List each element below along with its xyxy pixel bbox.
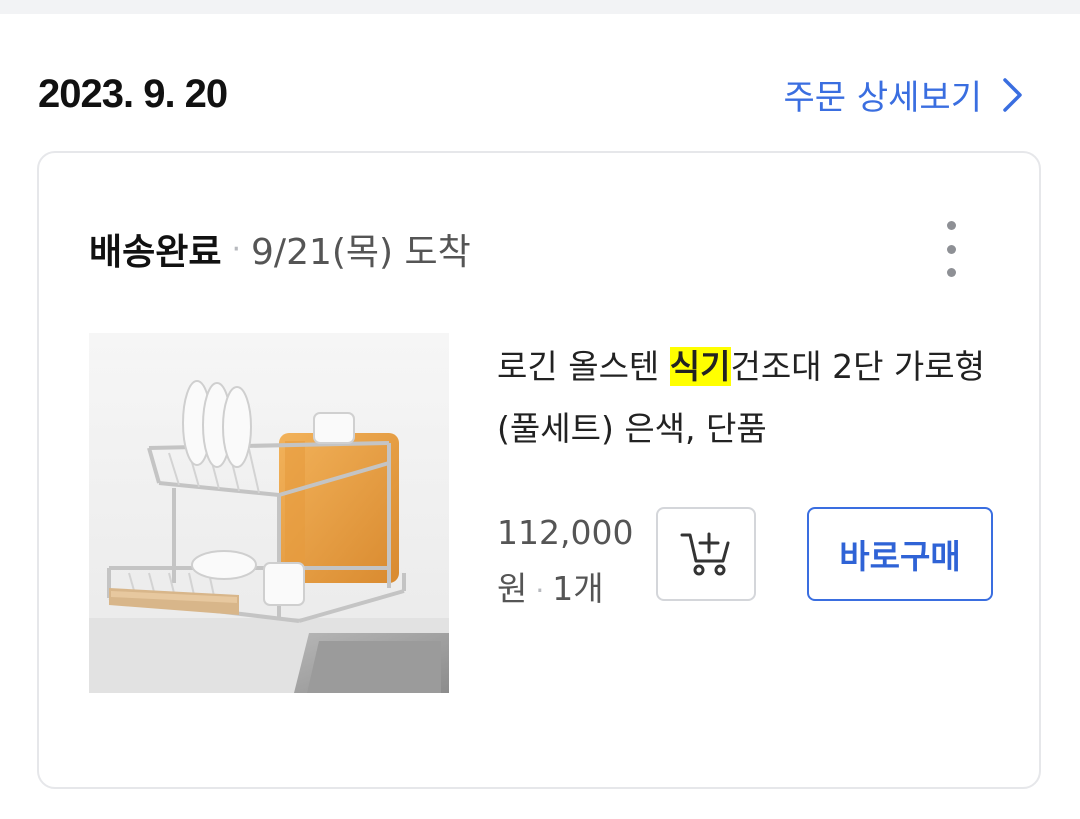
buy-now-button[interactable]: 바로구매 xyxy=(807,507,993,601)
menu-dot xyxy=(946,221,956,230)
add-to-cart-icon xyxy=(680,532,730,576)
product-name-prefix: 로긴 올스텐 xyxy=(497,347,670,386)
price-currency: 원 xyxy=(497,569,528,608)
menu-dot xyxy=(946,268,956,277)
order-item-card: 배송완료 · 9/21(목) 도착 로긴 올스텐 식기건조대 2단 가로형 (풀… xyxy=(37,151,1041,789)
delivery-status: 배송완료 xyxy=(89,232,222,273)
more-vertical-icon[interactable] xyxy=(939,221,963,277)
add-to-cart-button[interactable] xyxy=(656,507,756,601)
product-image[interactable] xyxy=(89,333,449,693)
status-separator: · xyxy=(231,231,242,267)
chevron-right-icon xyxy=(1003,77,1022,112)
arrival-date: 9/21(목) 도착 xyxy=(251,232,471,273)
price-unit-quantity: 원 · 1개 xyxy=(497,561,647,619)
quantity: 1개 xyxy=(552,569,604,608)
menu-dot xyxy=(946,244,956,254)
dish-rack-illustration xyxy=(89,333,449,693)
search-highlight: 식기 xyxy=(669,347,731,386)
order-date: 2023. 9. 20 xyxy=(38,72,228,116)
order-panel: 2023. 9. 20 주문 상세보기 배송완료 · 9/21(목) 도착 로긴… xyxy=(0,14,1080,819)
quantity-separator: · xyxy=(535,574,545,607)
order-detail-link[interactable]: 주문 상세보기 xyxy=(784,70,1025,119)
product-name[interactable]: 로긴 올스텐 식기건조대 2단 가로형 (풀세트) 은색, 단품 xyxy=(497,336,997,460)
delivery-status-row: 배송완료 · 9/21(목) 도착 xyxy=(89,223,471,275)
price-quantity: 112,000 원 · 1개 xyxy=(497,505,647,619)
order-detail-link-label: 주문 상세보기 xyxy=(783,78,983,118)
price-amount: 112,000 xyxy=(497,513,634,552)
